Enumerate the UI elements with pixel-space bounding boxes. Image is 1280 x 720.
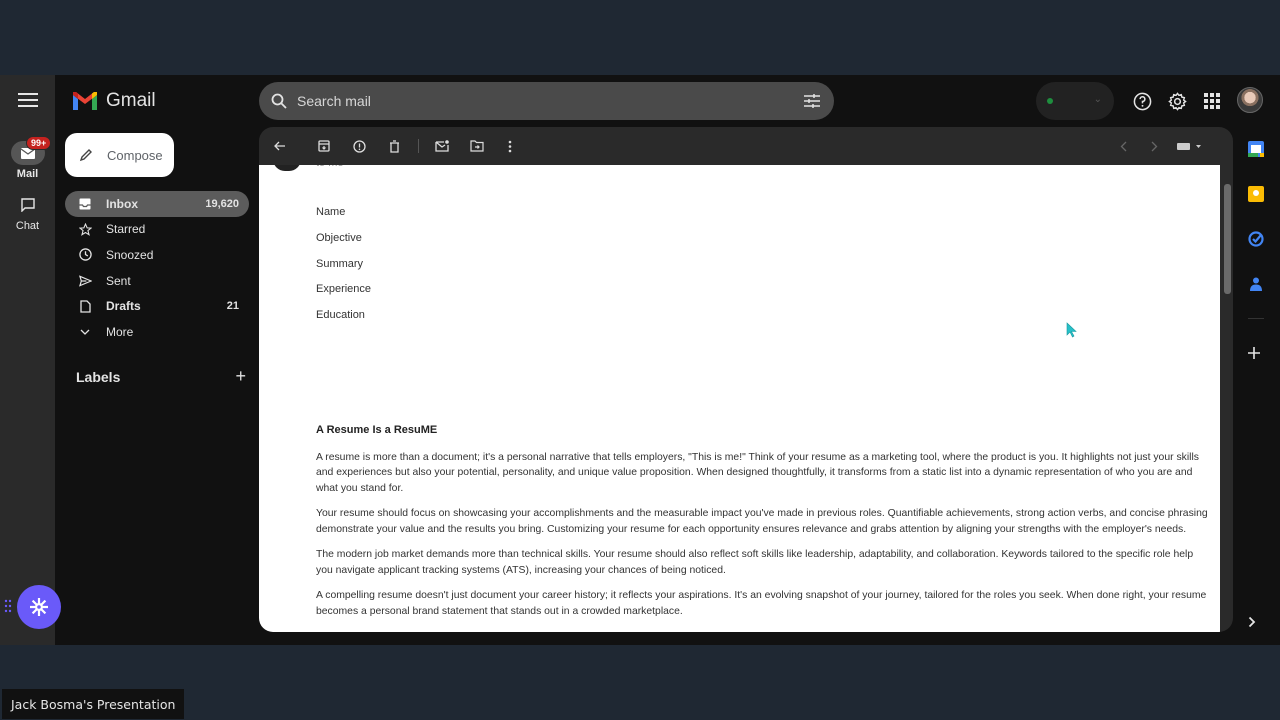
nav-count: 21 bbox=[226, 300, 239, 313]
section-item: Education bbox=[316, 309, 365, 322]
labels-title: Labels bbox=[76, 368, 121, 385]
recipient-line[interactable]: to me bbox=[316, 165, 344, 169]
toolbar-divider bbox=[418, 139, 419, 153]
report-spam-icon[interactable] bbox=[351, 138, 367, 154]
newer-chevron-left-icon[interactable] bbox=[1115, 138, 1131, 154]
assistant-button[interactable] bbox=[17, 585, 61, 629]
help-icon[interactable] bbox=[1131, 90, 1153, 112]
nav-label: Drafts bbox=[106, 299, 141, 314]
gmail-m-icon bbox=[73, 92, 97, 110]
tasks-icon[interactable] bbox=[1248, 231, 1264, 247]
nav-item-starred[interactable]: Starred bbox=[65, 217, 249, 243]
app-rail: 99+ Mail Chat bbox=[0, 75, 55, 645]
nav-count: 19,620 bbox=[205, 197, 239, 210]
resume-sections: Name Objective Summary Experience Educat… bbox=[316, 205, 371, 334]
section-item: Experience bbox=[316, 283, 372, 296]
move-to-folder-icon[interactable] bbox=[469, 138, 485, 154]
search-bar bbox=[259, 82, 834, 120]
article-paragraph: A compelling resume doesn't just documen… bbox=[316, 590, 1207, 617]
article-paragraph: The modern job market demands more than … bbox=[316, 549, 1194, 576]
draft-icon bbox=[78, 299, 92, 313]
message-scrollbar[interactable] bbox=[1224, 184, 1231, 294]
section-item: Name bbox=[316, 206, 346, 218]
gmail-window: 99+ Mail Chat Gmail Compose Inbox 19,620 bbox=[0, 75, 1280, 645]
chevron-down-icon bbox=[78, 325, 92, 339]
expand-panel-chevron-icon[interactable] bbox=[1248, 615, 1264, 631]
article-paragraph: A resume is more than a document; it's a… bbox=[316, 451, 1199, 494]
clock-icon bbox=[78, 248, 92, 262]
add-label-button[interactable]: + bbox=[235, 366, 246, 387]
sparkle-gear-icon bbox=[30, 598, 48, 616]
rail-label: Mail bbox=[16, 168, 39, 180]
nav-item-snoozed[interactable]: Snoozed bbox=[65, 242, 249, 268]
section-item: Objective bbox=[316, 231, 362, 244]
main-menu-icon[interactable] bbox=[18, 93, 38, 109]
compose-button[interactable]: Compose bbox=[65, 133, 174, 177]
rail-label: Chat bbox=[15, 220, 40, 232]
message-toolbar bbox=[259, 127, 1233, 165]
nav-label: More bbox=[106, 324, 134, 339]
labels-header: Labels + bbox=[76, 366, 246, 387]
nav-item-sent[interactable]: Sent bbox=[65, 268, 249, 294]
compose-label: Compose bbox=[107, 147, 163, 163]
side-divider bbox=[1248, 318, 1264, 319]
message-view: to me Name Objective Summary Experience … bbox=[259, 127, 1233, 632]
nav-label: Inbox bbox=[106, 196, 138, 211]
older-chevron-right-icon[interactable] bbox=[1146, 138, 1162, 154]
rail-item-mail[interactable]: 99+ Mail bbox=[0, 136, 55, 180]
back-arrow-icon[interactable] bbox=[272, 138, 288, 154]
nav-item-drafts[interactable]: Drafts 21 bbox=[65, 293, 249, 319]
calendar-icon[interactable] bbox=[1248, 141, 1264, 157]
input-tools-keyboard-icon[interactable] bbox=[1176, 138, 1204, 154]
presenter-label: Jack Bosma's Presentation bbox=[2, 689, 185, 719]
mail-nav: Inbox 19,620 Starred Snoozed Sent Drafts… bbox=[65, 191, 249, 345]
article-title: A Resume Is a ResuME bbox=[316, 424, 438, 436]
gmail-logo[interactable]: Gmail bbox=[72, 90, 156, 112]
nav-label: Snoozed bbox=[106, 247, 154, 262]
search-icon[interactable] bbox=[271, 93, 287, 109]
search-options-icon[interactable] bbox=[804, 94, 820, 108]
nav-item-inbox[interactable]: Inbox 19,620 bbox=[65, 191, 249, 217]
inbox-icon bbox=[78, 197, 92, 211]
apps-grid-icon[interactable] bbox=[1201, 90, 1223, 112]
article: A Resume Is a ResuME A resume is more th… bbox=[316, 423, 1210, 629]
nav-item-more[interactable]: More bbox=[65, 319, 249, 345]
mark-unread-icon[interactable] bbox=[434, 138, 450, 154]
unread-badge: 99+ bbox=[26, 136, 52, 150]
chevron-down-icon: ⌄ bbox=[1093, 94, 1102, 105]
app-name: Gmail bbox=[106, 90, 156, 111]
status-dot bbox=[1047, 98, 1053, 104]
send-icon bbox=[78, 274, 92, 288]
article-paragraph: Your resume should focus on showcasing y… bbox=[316, 508, 1208, 535]
drag-handle-icon[interactable] bbox=[4, 599, 12, 613]
sender-avatar bbox=[273, 165, 301, 171]
section-item: Summary bbox=[316, 257, 364, 270]
add-addon-plus-icon[interactable] bbox=[1248, 346, 1264, 362]
message-body: to me Name Objective Summary Experience … bbox=[259, 165, 1220, 632]
settings-gear-icon[interactable] bbox=[1166, 90, 1188, 112]
star-icon bbox=[78, 222, 92, 236]
mouse-cursor-icon bbox=[1066, 322, 1078, 343]
status-selector[interactable]: ⌄ bbox=[1036, 82, 1114, 120]
nav-label: Starred bbox=[106, 222, 146, 237]
contacts-icon[interactable] bbox=[1248, 276, 1264, 292]
delete-trash-icon[interactable] bbox=[386, 138, 402, 154]
rail-item-chat[interactable]: Chat bbox=[0, 193, 55, 232]
pencil-icon bbox=[79, 149, 92, 162]
search-input[interactable] bbox=[297, 93, 804, 109]
more-vert-icon[interactable] bbox=[502, 138, 518, 154]
keep-icon[interactable] bbox=[1248, 186, 1264, 202]
side-panel bbox=[1240, 75, 1280, 645]
archive-icon[interactable] bbox=[316, 138, 332, 154]
nav-label: Sent bbox=[106, 273, 131, 288]
chat-icon bbox=[11, 193, 45, 217]
